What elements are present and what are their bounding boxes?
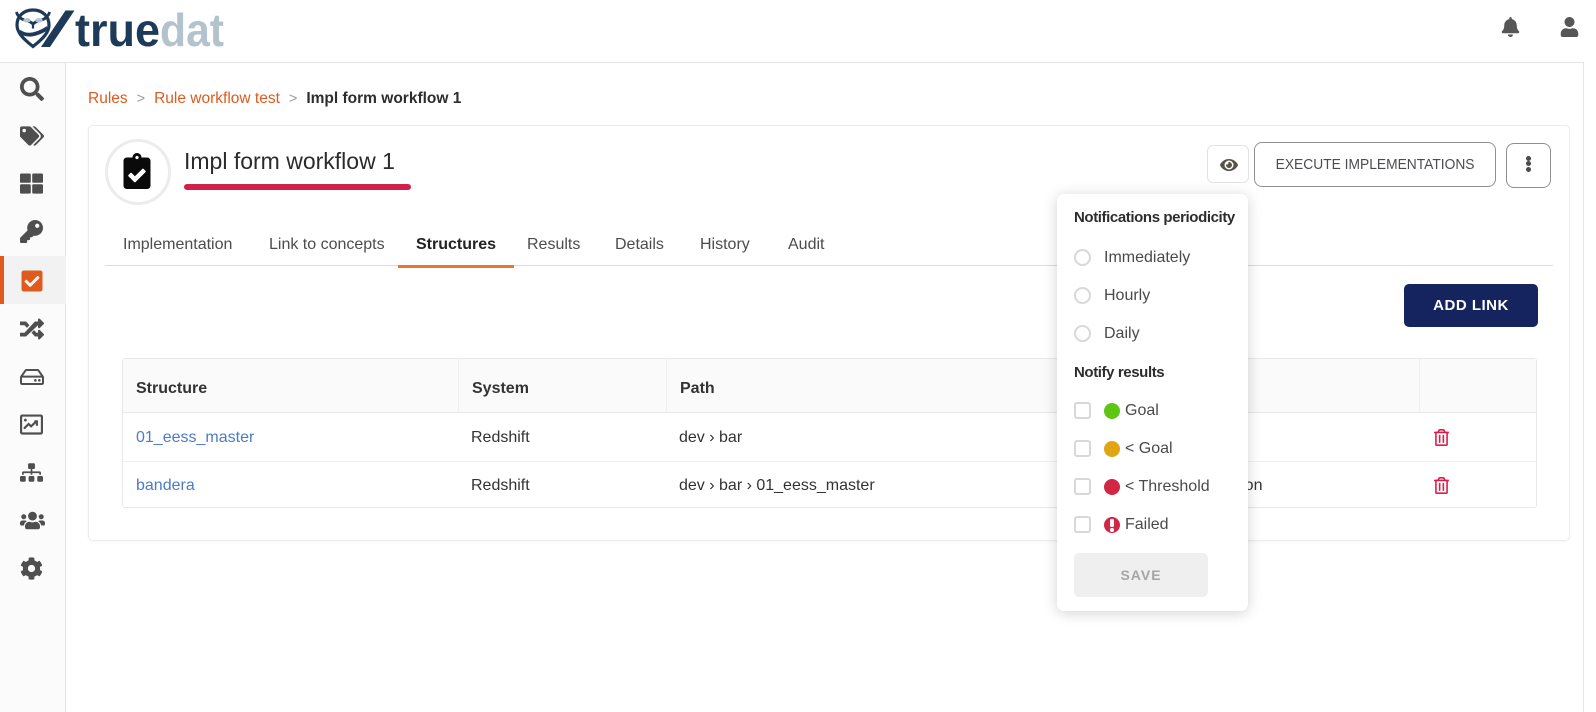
- svg-text:dat: dat: [160, 6, 224, 56]
- svg-text:true: true: [75, 6, 160, 56]
